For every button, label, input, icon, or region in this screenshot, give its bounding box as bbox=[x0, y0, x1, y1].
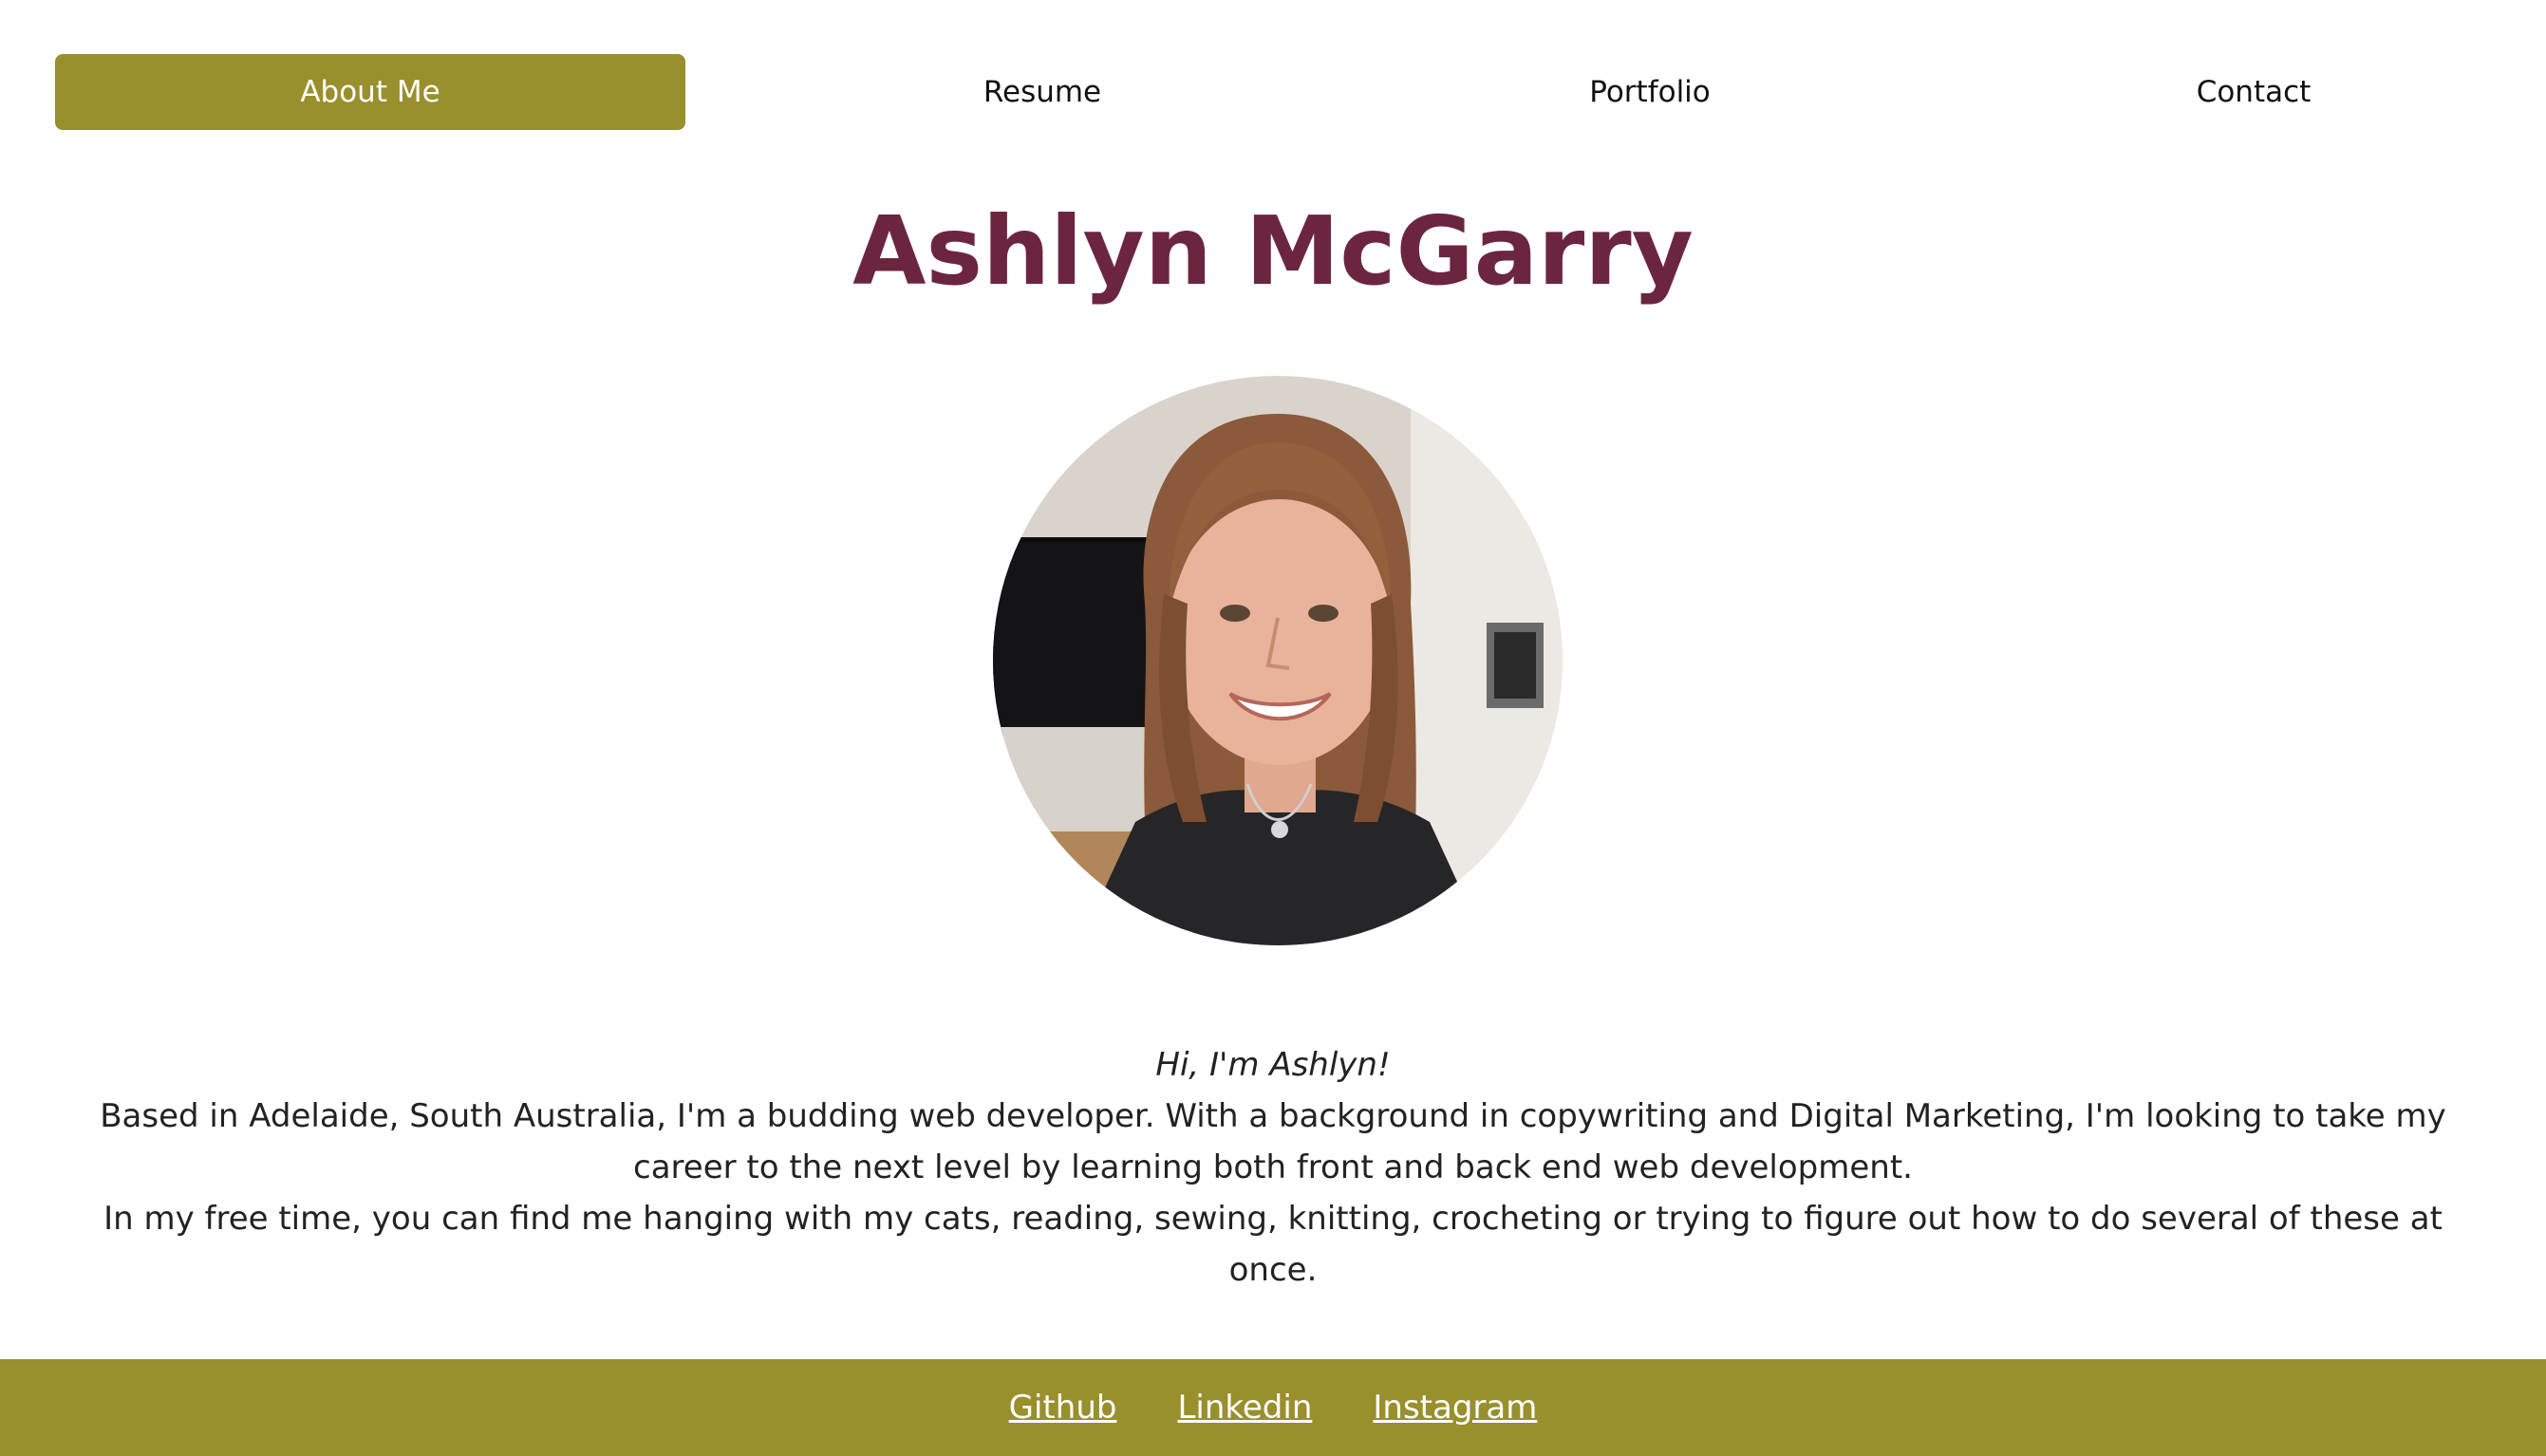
main-nav: About Me Resume Portfolio Contact bbox=[55, 54, 2485, 130]
nav-portfolio[interactable]: Portfolio bbox=[1356, 54, 1944, 130]
footer: Github Linkedin Instagram bbox=[0, 1359, 2546, 1456]
footer-link-instagram[interactable]: Instagram bbox=[1373, 1389, 1537, 1427]
page: About Me Resume Portfolio Contact Ashlyn… bbox=[0, 0, 2546, 1456]
footer-link-linkedin[interactable]: Linkedin bbox=[1177, 1389, 1312, 1427]
page-title: Ashlyn McGarry bbox=[852, 196, 1694, 307]
intro-paragraph-1: Based in Adelaide, South Australia, I'm … bbox=[100, 1097, 2446, 1186]
nav-contact[interactable]: Contact bbox=[1959, 54, 2546, 130]
intro-paragraph-2: In my free time, you can find me hanging… bbox=[103, 1200, 2443, 1289]
nav-resume[interactable]: Resume bbox=[748, 54, 1337, 130]
nav-about-me[interactable]: About Me bbox=[55, 54, 685, 130]
intro-section: Hi, I'm Ashlyn! Based in Adelaide, South… bbox=[76, 1039, 2470, 1296]
profile-photo bbox=[993, 376, 1563, 945]
footer-link-github[interactable]: Github bbox=[1009, 1389, 1117, 1427]
greeting-text: Hi, I'm Ashlyn! bbox=[1155, 1046, 1391, 1084]
